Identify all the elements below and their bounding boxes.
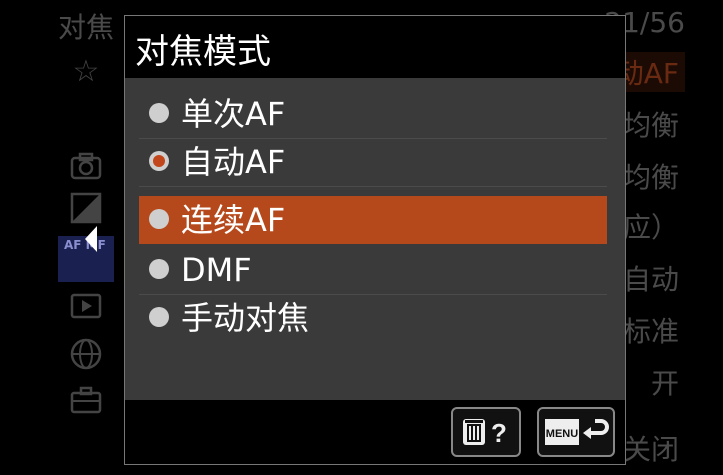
- globe-icon: [68, 336, 104, 372]
- option-auto-af[interactable]: 自动AF: [139, 138, 607, 187]
- exposure-icon: [68, 190, 104, 226]
- camera-icon: [68, 148, 104, 184]
- back-button[interactable]: MENU: [537, 407, 615, 457]
- focus-mode-dialog: 对焦模式 单次AF 自动AF 连续AF DMF 手动对焦 ? MENU: [124, 15, 626, 465]
- help-button[interactable]: ?: [451, 407, 521, 457]
- menu-return-icon: MENU: [545, 419, 609, 445]
- playback-icon: [68, 288, 104, 324]
- radio-checked-icon: [149, 151, 169, 171]
- option-single-af[interactable]: 单次AF: [139, 90, 607, 139]
- help-question-label: ?: [491, 418, 507, 448]
- option-label: DMF: [181, 251, 252, 289]
- option-label: 自动AF: [181, 143, 286, 181]
- star-icon: ☆: [72, 54, 100, 89]
- background-value-item: 自动: [622, 263, 679, 296]
- option-continuous-af[interactable]: 连续AF: [139, 196, 607, 244]
- option-label: 单次AF: [181, 95, 286, 133]
- dialog-title: 对焦模式: [135, 32, 271, 72]
- background-value-item: 均衡: [622, 161, 679, 194]
- radio-icon: [149, 209, 169, 229]
- radio-icon: [149, 307, 169, 327]
- toolbox-icon: [68, 382, 104, 418]
- trash-question-icon: ?: [463, 418, 507, 448]
- option-label: 连续AF: [181, 201, 286, 239]
- background-menu-title: 对焦: [58, 11, 115, 44]
- background-value-item: 均衡: [622, 109, 679, 142]
- radio-icon: [149, 259, 169, 279]
- option-manual-focus[interactable]: 手动对焦: [139, 294, 607, 342]
- background-value-item: 标准: [622, 315, 679, 348]
- tab-arrow-icon: [85, 226, 97, 252]
- menu-label: MENU: [546, 428, 578, 440]
- options-list: 单次AF 自动AF 连续AF DMF 手动对焦: [125, 78, 625, 400]
- radio-icon: [149, 103, 169, 123]
- dialog-footer: ? MENU: [125, 400, 625, 464]
- option-label: 手动对焦: [181, 299, 310, 337]
- background-value-item: 关闭: [622, 433, 679, 466]
- option-dmf[interactable]: DMF: [139, 246, 607, 295]
- background-value-item: 开: [650, 367, 679, 400]
